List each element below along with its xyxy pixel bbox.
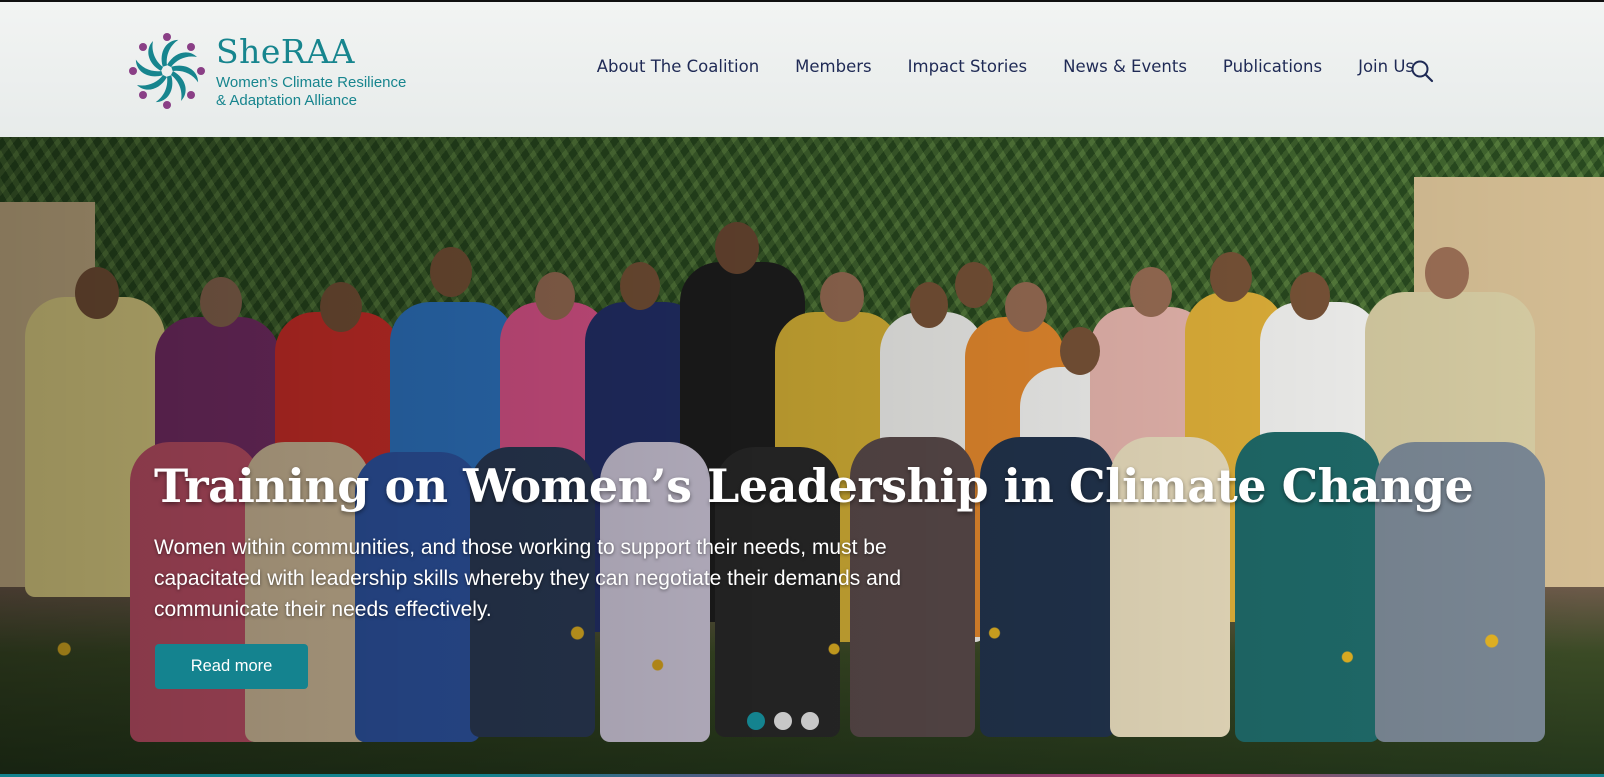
hero-description: Women within communities, and those work… (154, 536, 902, 621)
main-nav: About The Coalition Members Impact Stori… (561, 57, 1414, 76)
nav-item-about-the-coalition[interactable]: About The Coalition (597, 57, 759, 76)
brand-name: SheRAA (216, 32, 355, 71)
brand-tagline-line2: & Adaptation Alliance (216, 92, 357, 109)
brand-tagline: Women’s Climate Resilience & Adaptation … (216, 74, 436, 110)
read-more-button[interactable]: Read more (155, 644, 308, 689)
nav-item-publications[interactable]: Publications (1223, 57, 1322, 76)
hero-slider: Training on Women’s Leadership in Climat… (0, 137, 1604, 777)
slider-dot-1[interactable] (747, 712, 765, 730)
nav-item-join-us[interactable]: Join Us (1358, 57, 1414, 76)
site-logo[interactable]: SheRAA Women’s Climate Resilience & Adap… (126, 30, 426, 115)
slider-dot-3[interactable] (801, 712, 819, 730)
slider-dot-2[interactable] (774, 712, 792, 730)
search-icon[interactable] (1410, 59, 1434, 83)
hero-title: Training on Women’s Leadership in Climat… (154, 459, 1474, 513)
slider-pagination (747, 712, 828, 730)
brand-tagline-line1: Women’s Climate Resilience (216, 74, 407, 91)
nav-item-news-events[interactable]: News & Events (1063, 57, 1187, 76)
logo-mark-icon (129, 33, 205, 109)
nav-item-members[interactable]: Members (795, 57, 871, 76)
nav-item-impact-stories[interactable]: Impact Stories (908, 57, 1027, 76)
site-header: SheRAA Women’s Climate Resilience & Adap… (0, 0, 1604, 137)
